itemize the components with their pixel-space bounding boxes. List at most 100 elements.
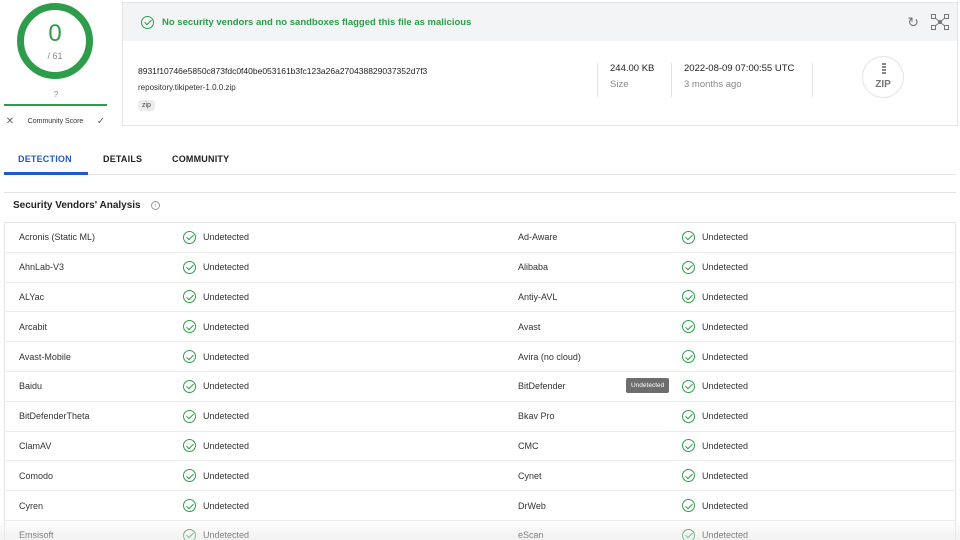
vendor-name: Acronis (Static ML) (19, 223, 95, 252)
vendor-name-text: Cynet (518, 470, 542, 481)
check-circle-icon (183, 290, 196, 304)
check-circle-icon (183, 320, 196, 334)
vendor-name-text: BitDefenderTheta (19, 411, 90, 422)
section-title: Security Vendors' Analysis (13, 200, 141, 211)
detection-score-widget: 0 / 61 ? ✕ Community Score ✓ (0, 0, 112, 130)
vendor-name: Bkav Pro (518, 402, 555, 431)
info-icon[interactable]: i (150, 201, 160, 210)
tab-details[interactable]: DETAILS (103, 154, 142, 164)
vendor-result: Undetected (682, 372, 748, 401)
vendor-name-text: Alibaba (518, 262, 549, 273)
vendor-result: Undetected (183, 521, 249, 540)
community-score-fill (4, 104, 107, 106)
vendor-name: ClamAV (19, 432, 51, 461)
vendor-name: AhnLab-V3 (19, 253, 64, 282)
check-circle-icon (183, 230, 196, 244)
vendor-name-text: ClamAV (19, 440, 52, 451)
vendor-result-text: Undetected (203, 381, 250, 392)
detection-count: 0 (48, 20, 62, 47)
vendor-result: Undetected (183, 432, 249, 461)
vendors-section-header: Security Vendors' Analysis i (4, 192, 956, 218)
vendor-result-text: Undetected (203, 232, 250, 243)
check-circle-icon (682, 320, 695, 334)
check-circle-icon (183, 379, 196, 393)
vendor-result-text: Undetected (203, 262, 250, 273)
vendor-name: Cynet (518, 461, 542, 490)
check-circle-icon (183, 528, 196, 540)
file-type-icon-label: ZIP (875, 79, 891, 90)
community-score-value: ? (53, 90, 59, 99)
table-row: ALYac Undetected Antiy-AVL Undetected (5, 283, 955, 313)
check-circle-icon (682, 230, 695, 244)
check-circle-icon (682, 528, 695, 540)
file-size-label: Size (610, 79, 629, 90)
vendor-name-text: Cyren (19, 500, 44, 511)
tab-detection[interactable]: DETECTION (18, 154, 72, 164)
table-row: Baidu Undetected BitDefender Undetected Unde… (5, 372, 955, 402)
vendor-name: BitDefenderTheta (19, 402, 90, 431)
check-circle-icon (183, 350, 196, 364)
vendor-result-text: Undetected (702, 232, 749, 243)
check-circle-icon (183, 439, 196, 453)
vendor-result-text: Undetected (203, 291, 250, 302)
vendor-name-text: Acronis (Static ML) (19, 232, 96, 243)
vendor-name: DrWeb (518, 491, 546, 520)
vendor-result-text: Undetected (203, 351, 250, 362)
score-ring: 0 / 61 (17, 3, 93, 79)
vendor-name: Antiy-AVL (518, 283, 557, 312)
vendor-result-text: Undetected (702, 321, 749, 332)
vendor-result: Undetected (183, 461, 249, 490)
vendor-name-text: Emsisoft (19, 530, 54, 540)
table-row: BitDefenderTheta Undetected Bkav Pro Undete… (5, 402, 955, 432)
check-circle-icon (682, 409, 695, 423)
vendor-name-text: BitDefender (518, 381, 566, 392)
vendor-result: Undetected (183, 342, 249, 371)
check-circle-icon (682, 469, 695, 483)
refresh-icon[interactable]: ↻ (907, 14, 919, 31)
vendor-name: Avast-Mobile (19, 342, 71, 371)
vendor-result: Undetected (682, 312, 748, 341)
vendor-result-text: Undetected (702, 470, 749, 481)
file-size-value: 244.00 KB (610, 63, 655, 74)
vendors-table: Acronis (Static ML) Undetected Ad-Aware Und… (4, 222, 956, 540)
vendor-result: Undetected (682, 283, 748, 312)
zip-file-icon: ZIP (862, 56, 904, 98)
vendor-result: Undetected (183, 372, 249, 401)
table-row: Comodo Undetected Cynet Undetected (5, 461, 955, 492)
vendor-result-text: Undetected (702, 530, 749, 540)
vendor-result-text: Undetected (203, 500, 250, 511)
check-circle-icon (183, 409, 196, 423)
vendor-name: eScan (518, 521, 544, 540)
vote-harmless-icon[interactable]: ✓ (95, 116, 107, 127)
vendor-result: Undetected (183, 312, 249, 341)
vendor-result: Undetected (682, 223, 748, 252)
vendor-name-text: Avast (518, 321, 541, 332)
vendor-name: CMC (518, 432, 539, 461)
file-summary-card: No security vendors and no sandboxes fla… (122, 2, 958, 126)
vendor-name-text: Baidu (19, 381, 43, 392)
table-row: Acronis (Static ML) Undetected Ad-Aware Und… (5, 223, 955, 253)
file-hash[interactable]: 8931f10746e5850c873fdc0f40be053161b3fc12… (138, 66, 427, 76)
table-row: ClamAV Undetected CMC Undetected (5, 432, 955, 462)
engine-total: / 61 (47, 51, 63, 61)
vendor-name: BitDefender (518, 372, 566, 401)
last-analysis-date: 2022-08-09 07:00:55 UTC (684, 63, 795, 74)
vendor-name-text: eScan (518, 530, 544, 540)
vendor-result-text: Undetected (203, 530, 250, 540)
vendor-name-text: Bkav Pro (518, 411, 555, 422)
vendor-name: Baidu (19, 372, 42, 401)
vendor-result: Undetected (682, 253, 748, 282)
check-circle-icon (682, 499, 695, 513)
vendor-result-text: Undetected (702, 500, 749, 511)
vendor-result: Undetected (183, 491, 249, 520)
graph-icon[interactable] (931, 14, 949, 30)
vendor-result-text: Undetected (702, 411, 749, 422)
table-row: Emsisoft Undetected eScan Undetected (5, 521, 955, 540)
file-type-tag[interactable]: zip (138, 100, 155, 111)
vendor-name-text: DrWeb (518, 500, 546, 511)
tab-community[interactable]: COMMUNITY (172, 154, 229, 164)
vendor-name: Avira (no cloud) (518, 342, 581, 371)
vote-malicious-icon[interactable]: ✕ (4, 116, 16, 127)
vendor-name-text: Antiy-AVL (518, 291, 558, 302)
table-row: Cyren Undetected DrWeb Undetected (5, 491, 955, 521)
